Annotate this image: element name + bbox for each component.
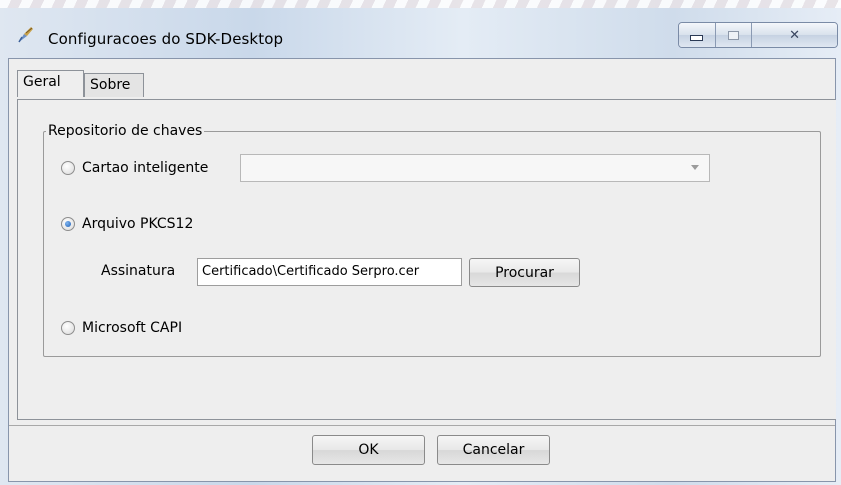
smartcard-select[interactable] [240, 154, 710, 182]
dialog-client-area: Geral Sobre Repositorio de chaves Cartao… [8, 58, 836, 482]
signature-path-field[interactable]: Certificado\Certificado Serpro.cer [197, 258, 462, 286]
signature-label: Assinatura [101, 263, 176, 279]
cancel-button[interactable]: Cancelar [437, 435, 550, 465]
window-title: Configuracoes do SDK-Desktop [48, 30, 284, 48]
minimize-icon [690, 35, 704, 41]
maximize-icon [727, 30, 739, 40]
smartcard-radio[interactable] [61, 161, 75, 175]
tab-sobre[interactable]: Sobre [84, 73, 144, 97]
ok-button[interactable]: OK [312, 435, 425, 465]
option-pkcs12[interactable]: Arquivo PKCS12 [61, 216, 193, 232]
capi-label: Microsoft CAPI [82, 320, 183, 336]
frame-decoration [0, 0, 841, 8]
smartcard-label: Cartao inteligente [82, 160, 209, 176]
tab-geral[interactable]: Geral [17, 70, 84, 97]
signature-path-value: Certificado\Certificado Serpro.cer [202, 264, 420, 279]
footer-divider [9, 425, 835, 426]
capi-radio[interactable] [61, 321, 75, 335]
chevron-down-icon [691, 165, 699, 170]
pkcs12-radio[interactable] [61, 217, 75, 231]
caption-buttons: ✕ [678, 22, 838, 48]
app-icon[interactable] [16, 25, 36, 45]
group-legend: Repositorio de chaves [46, 123, 205, 139]
option-smartcard[interactable]: Cartao inteligente [61, 160, 208, 176]
close-icon: ✕ [789, 27, 800, 43]
maximize-button[interactable] [715, 23, 753, 47]
close-button[interactable]: ✕ [752, 23, 837, 47]
pkcs12-label: Arquivo PKCS12 [82, 216, 194, 232]
minimize-button[interactable] [679, 23, 716, 47]
browse-button[interactable]: Procurar [469, 258, 580, 287]
option-microsoft-capi[interactable]: Microsoft CAPI [61, 320, 182, 336]
